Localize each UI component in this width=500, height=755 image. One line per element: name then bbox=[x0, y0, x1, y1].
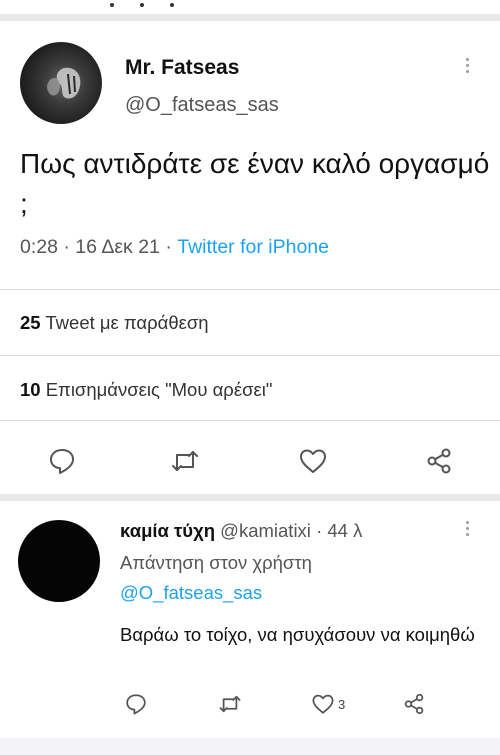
quote-tweets-stat[interactable]: 25 Tweet με παράθεση bbox=[20, 312, 209, 334]
tweet-source-link[interactable]: Twitter for iPhone bbox=[177, 236, 329, 258]
reply-context: Απάντηση στον χρήστη @O_fatseas_sas bbox=[120, 548, 420, 608]
like-icon[interactable] bbox=[298, 446, 328, 476]
tweet-meta: 0:28 · 16 Δεκ 21 · Twitter for iPhone bbox=[20, 236, 329, 259]
reply-text: Βαράω το τοίχο, να ησυχάσουν να κοιμηθώ bbox=[120, 624, 475, 645]
likes-count: 10 bbox=[20, 379, 41, 400]
share-icon[interactable] bbox=[424, 446, 454, 476]
reply-icon[interactable] bbox=[47, 446, 77, 476]
more-options-icon[interactable] bbox=[466, 58, 472, 76]
reply-author-avatar[interactable] bbox=[18, 520, 100, 602]
meta-dot: · bbox=[165, 236, 178, 258]
retweet-icon[interactable] bbox=[170, 446, 200, 476]
reply-author-name[interactable]: καμία τύχη bbox=[120, 520, 215, 541]
likes-stat[interactable]: 10 Επισημάνσεις "Μου αρέσει" bbox=[20, 379, 272, 401]
section-separator bbox=[0, 14, 500, 21]
reply-to-mention[interactable]: @O_fatseas_sas bbox=[120, 582, 262, 603]
share-icon[interactable] bbox=[402, 692, 426, 716]
previous-item-remnant bbox=[110, 0, 230, 7]
divider bbox=[0, 420, 500, 421]
author-display-name[interactable]: Mr. Fatseas bbox=[125, 56, 239, 80]
quote-label: Tweet με παράθεση bbox=[45, 312, 209, 333]
tweet-time: 0:28 bbox=[20, 236, 58, 258]
reply-like-count: 3 bbox=[338, 697, 346, 712]
reply-header: καμία τύχη @kamiatixi · 44 λ bbox=[120, 520, 362, 542]
quote-count: 25 bbox=[20, 312, 41, 333]
divider bbox=[0, 355, 500, 356]
tweet-text: Πως αντιδράτε σε έναν καλό οργασμό ; bbox=[20, 148, 490, 219]
author-avatar[interactable] bbox=[20, 42, 102, 124]
tweet-date: 16 Δεκ 21 bbox=[75, 236, 160, 258]
reply-age: 44 λ bbox=[327, 520, 363, 541]
likes-label: Επισημάνσεις "Μου αρέσει" bbox=[45, 379, 273, 400]
reply-to-label: Απάντηση στον χρήστη bbox=[120, 552, 312, 573]
bottom-separator bbox=[0, 738, 500, 755]
reply-author-handle[interactable]: @kamiatixi bbox=[220, 520, 311, 541]
section-separator bbox=[0, 494, 500, 501]
author-handle[interactable]: @O_fatseas_sas bbox=[125, 94, 279, 117]
retweet-icon[interactable] bbox=[218, 692, 242, 716]
divider bbox=[0, 289, 500, 290]
avatar-photo-icon bbox=[47, 67, 81, 99]
like-icon[interactable] bbox=[311, 692, 335, 716]
reply-more-options-icon[interactable] bbox=[466, 521, 472, 539]
previous-item-fragment bbox=[0, 0, 500, 14]
reply-icon[interactable] bbox=[124, 692, 148, 716]
meta-dot: · bbox=[316, 520, 328, 541]
meta-dot: · bbox=[63, 236, 76, 258]
